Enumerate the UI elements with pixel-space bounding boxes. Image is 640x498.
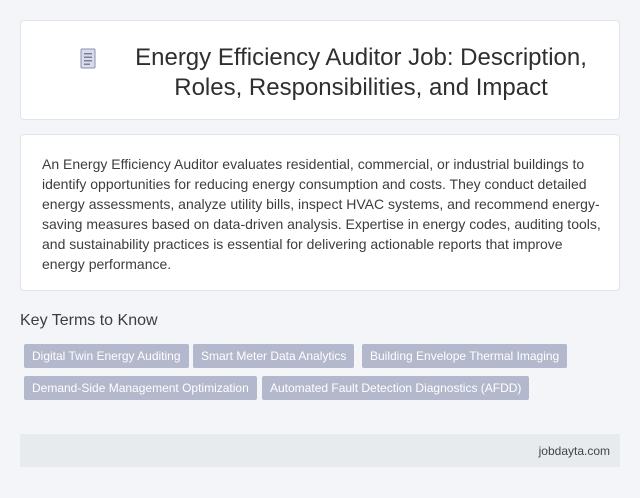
- key-terms-heading: Key Terms to Know: [20, 312, 158, 329]
- footer-site-link[interactable]: jobdayta.com: [539, 444, 610, 458]
- footer: jobdayta.com: [20, 434, 620, 467]
- document-icon: [80, 48, 96, 69]
- key-term-tag[interactable]: Smart Meter Data Analytics: [193, 344, 355, 368]
- key-term-tag[interactable]: Demand-Side Management Optimization: [24, 376, 257, 400]
- title-card: Energy Efficiency Auditor Job: Descripti…: [20, 20, 620, 120]
- key-term-tag[interactable]: Digital Twin Energy Auditing: [24, 344, 189, 368]
- page-title: Energy Efficiency Auditor Job: Descripti…: [135, 44, 587, 101]
- key-term-tag[interactable]: Automated Fault Detection Diagnostics (A…: [262, 376, 530, 400]
- description-text: An Energy Efficiency Auditor evaluates r…: [42, 156, 601, 272]
- key-term-tag[interactable]: Building Envelope Thermal Imaging: [362, 344, 568, 368]
- description-card: An Energy Efficiency Auditor evaluates r…: [20, 134, 620, 291]
